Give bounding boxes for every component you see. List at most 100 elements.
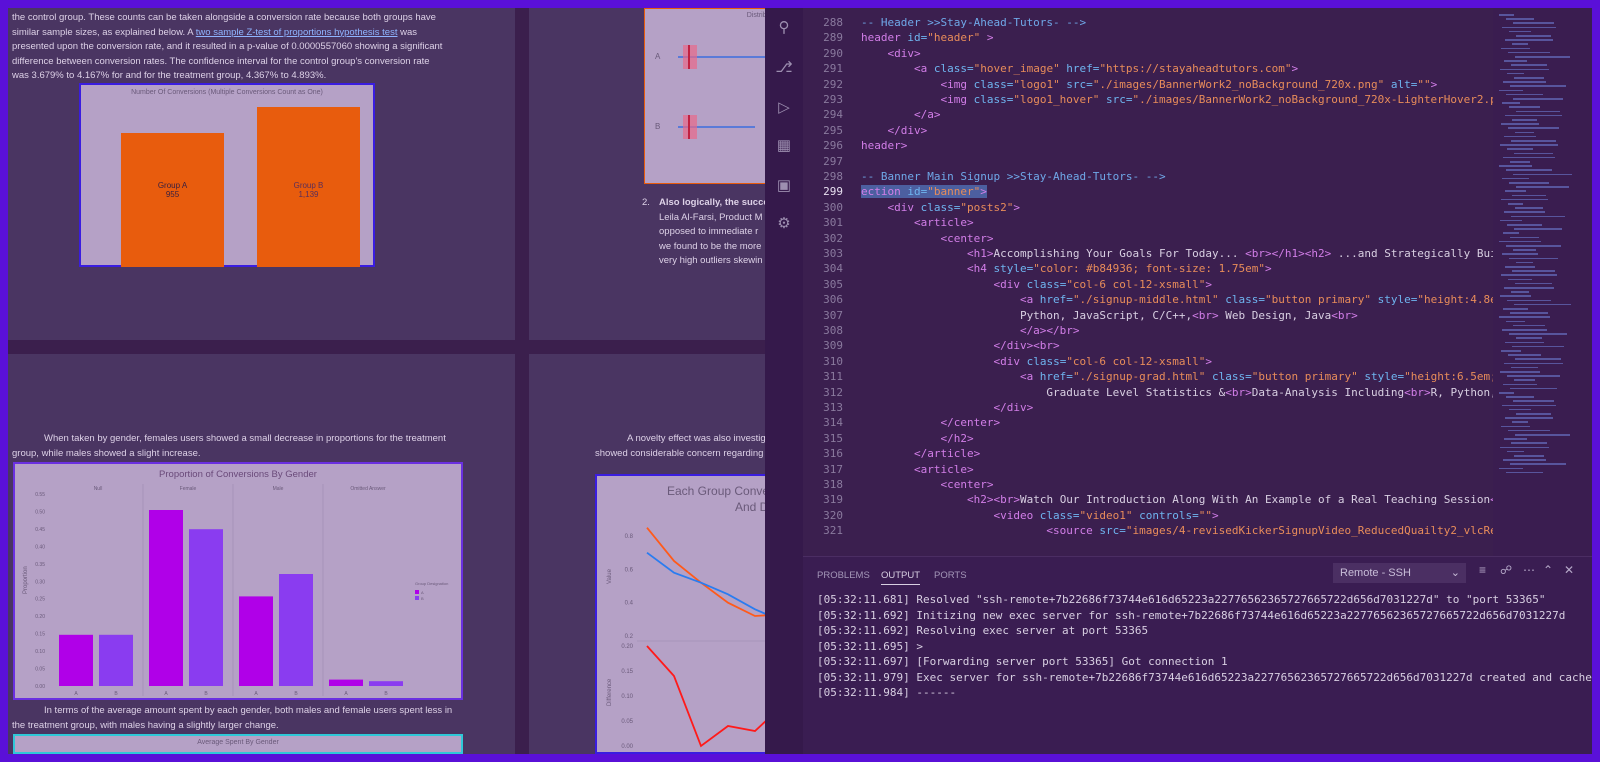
extensions-icon[interactable]: ▦ — [774, 136, 794, 156]
y-tick-label: 0.4 — [625, 601, 634, 607]
code-text: header id="header" > — [861, 31, 993, 44]
y-tick-label: 0.05 — [35, 667, 45, 673]
code-token: <div> — [861, 46, 921, 60]
chart-title: Number Of Conversions (Multiple Conversi… — [131, 89, 323, 96]
para2-line: we found to be the more — [659, 240, 762, 252]
run-debug-icon[interactable]: ▷ — [774, 98, 794, 118]
filter-icon[interactable]: ≡ — [1479, 563, 1486, 577]
code-token: "height:6.5em; width: — [1404, 370, 1493, 384]
tab-problems[interactable]: PROBLEMS — [817, 570, 870, 581]
code-token: header> — [861, 139, 908, 153]
code-editor[interactable]: 288 -- Header >>Stay-Ahead-Tutors- --> 289… — [803, 8, 1493, 556]
source-control-icon[interactable]: ⎇ — [774, 58, 794, 78]
minimap-line — [1499, 165, 1532, 167]
minimap-line — [1516, 261, 1533, 264]
code-token: <div — [861, 354, 1020, 368]
para1-text: was — [400, 26, 418, 38]
code-token: src= — [1059, 77, 1093, 91]
minimap-line — [1505, 266, 1535, 268]
code-token: <img — [861, 77, 967, 91]
code-token: > — [1212, 508, 1219, 522]
minimap-line — [1507, 375, 1560, 377]
x-tick-label: A — [344, 691, 348, 697]
bar-female-a — [149, 510, 183, 686]
code-token: <div — [861, 277, 1020, 291]
chevron-up-icon[interactable]: ⌃ — [1543, 563, 1553, 577]
avg-spent-chart: Average Spent By Gender — [13, 734, 463, 754]
bar-null-b — [99, 634, 133, 686]
ztest-link[interactable]: two sample Z-test of proportions hypothe… — [196, 27, 398, 38]
code-token: "banner" — [927, 185, 981, 199]
vscode-window: ⚲ ⎇ ▷ ▦ ▣ ⚙ 288 -- Header >>Stay-Ahead-Tu… — [765, 8, 1592, 754]
minimap-line — [1506, 169, 1552, 171]
minimap-line — [1512, 421, 1528, 423]
minimap-line — [1512, 43, 1528, 45]
code-token: > — [1291, 62, 1299, 76]
code-token: id= — [900, 185, 928, 199]
code-token: href= — [1033, 293, 1073, 307]
minimap-line — [1510, 236, 1539, 239]
tab-output[interactable]: OUTPUT — [881, 570, 921, 585]
minimap-line — [1503, 81, 1546, 83]
minimap-line — [1508, 203, 1523, 205]
code-text: </article> — [861, 447, 980, 460]
doc-paragraph-5: In terms of the average amount spent by … — [12, 704, 512, 733]
code-text: <div> — [861, 46, 921, 60]
docker-icon[interactable]: ⚙ — [774, 214, 794, 234]
remote-explorer-icon[interactable]: ▣ — [774, 176, 794, 196]
more-icon[interactable]: ⋯ — [1523, 563, 1535, 577]
code-text: </div> — [861, 401, 1033, 414]
x-tick-label: B — [384, 691, 388, 697]
conversions-chart: Number Of Conversions (Multiple Conversi… — [79, 83, 375, 267]
lock-icon[interactable]: ☍ — [1500, 563, 1512, 577]
code-token: <h4 — [861, 262, 987, 276]
minimap-line — [1505, 341, 1544, 344]
minimap-line — [1504, 60, 1527, 62]
code-token: class= — [966, 93, 1014, 106]
bar-null-a — [59, 634, 93, 686]
minimap-line — [1515, 207, 1543, 209]
code-token: "height:4.8em; widt — [1417, 293, 1493, 307]
group-b-value: 1,139 — [298, 190, 319, 199]
y-tick-label: 0.20 — [621, 644, 633, 650]
legend-label: A — [421, 590, 424, 595]
doc-paragraph-3: When taken by gender, females users show… — [12, 432, 512, 461]
code-token: src= — [1092, 524, 1126, 538]
line-chart-svg: Value Difference 0.8 0.6 0.4 0.2 0.20 0.15 0.10 0… — [607, 527, 777, 750]
tab-ports[interactable]: PORTS — [934, 570, 967, 581]
para2-line: opposed to immediate r — [659, 226, 759, 237]
minimap-line — [1515, 131, 1534, 134]
minimap-line — [1500, 371, 1540, 373]
code-token: ection — [861, 185, 901, 199]
minimap-line — [1508, 278, 1532, 281]
minimap-line — [1500, 446, 1549, 449]
y-tick-label: 0.20 — [35, 614, 45, 620]
code-text: <h4 style="color: #b84936; font-size: 1.… — [861, 262, 1272, 275]
minimap[interactable] — [1493, 8, 1591, 556]
minimap-line — [1514, 228, 1562, 230]
output-channel-select[interactable]: Remote - SSH ⌄ — [1333, 563, 1466, 583]
code-text: Graduate Level Statistics &<br>Data-Anal… — [861, 386, 1493, 399]
bar-male-b — [279, 574, 313, 686]
para2-line: very high outliers skewin — [659, 255, 763, 266]
minimap-line — [1504, 211, 1545, 213]
legend-swatch — [415, 596, 419, 600]
line-number: 303 — [823, 247, 843, 260]
para5-line: In terms of the average amount spent by … — [44, 705, 453, 716]
code-token: class= — [1019, 354, 1067, 368]
code-text: <center> — [861, 232, 993, 245]
search-icon[interactable]: ⚲ — [774, 18, 794, 38]
code-token: "" — [1198, 508, 1213, 522]
line-number: 305 — [823, 277, 843, 291]
code-text: Python, JavaScript, C/C++,<br> Web Desig… — [861, 309, 1358, 322]
minimap-line — [1508, 127, 1559, 129]
line-number: 298 — [823, 170, 843, 183]
minimap-line — [1506, 93, 1543, 96]
y-tick-label: 0.50 — [35, 509, 45, 515]
code-token: Graduate Level Statistics & — [861, 385, 1226, 399]
code-text: ection id="banner"> — [861, 185, 987, 199]
minimap-line — [1506, 471, 1543, 474]
line-number: 290 — [823, 46, 843, 60]
close-icon[interactable]: ✕ — [1564, 563, 1574, 577]
code-token: href= — [1033, 370, 1073, 384]
